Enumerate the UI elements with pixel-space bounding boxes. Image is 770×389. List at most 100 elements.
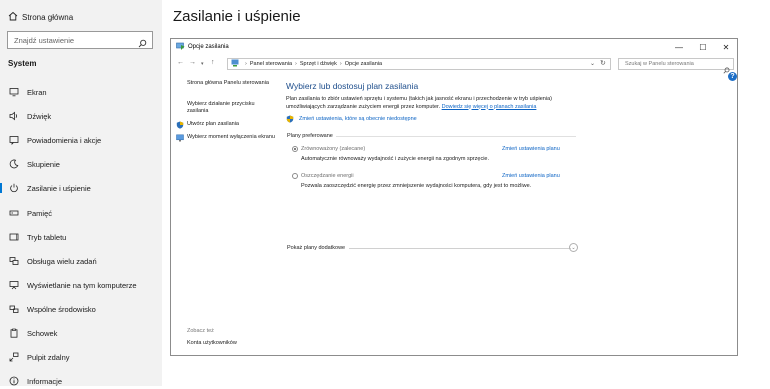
nav-item-label: Schowek xyxy=(27,328,58,338)
forward-icon[interactable]: → xyxy=(189,59,196,66)
home-icon xyxy=(8,11,22,23)
back-icon[interactable]: ← xyxy=(177,59,184,66)
nav-item-6[interactable]: Pamięć xyxy=(0,205,162,221)
show-more-plans-label[interactable]: Pokaż plany dodatkowe xyxy=(287,245,345,251)
power-options-window: Opcje zasilania — ☐ ✕ ← → ▾ ↑ › Panel st… xyxy=(170,38,738,356)
plan-radio-power-saver[interactable] xyxy=(292,173,298,179)
nav-item-2[interactable]: Dźwięk xyxy=(0,108,162,124)
moon-icon xyxy=(8,158,20,170)
remote-desktop-icon xyxy=(8,351,20,363)
breadcrumb-item[interactable]: Sprzęt i dźwięk xyxy=(300,61,337,67)
breadcrumb-sep: › xyxy=(245,61,247,67)
plan-radio-balanced[interactable] xyxy=(292,146,298,152)
power-button-action-link[interactable]: Wybierz działanie przycisku zasilania xyxy=(187,101,277,115)
notification-icon xyxy=(8,134,20,146)
nav-item-label: Informacje xyxy=(27,376,63,386)
up-icon[interactable]: ↑ xyxy=(211,59,215,66)
refresh-icon[interactable]: ↻ xyxy=(600,59,606,67)
nav-item-label: Obsługa wielu zadań xyxy=(27,256,97,266)
maximize-button[interactable]: ☐ xyxy=(691,39,715,55)
section-label: System xyxy=(8,59,37,68)
address-bar: ← → ▾ ↑ › Panel sterowania › Sprzęt i dź… xyxy=(171,56,737,74)
learn-more-link[interactable]: Dowiedz się więcej o planach zasilania xyxy=(442,104,537,110)
change-unavailable-settings-link[interactable]: Zmień ustawienia, które są obecnie niedo… xyxy=(299,116,417,122)
control-panel-search[interactable] xyxy=(618,58,734,74)
project-icon xyxy=(8,279,20,291)
nav-item-4[interactable]: Skupienie xyxy=(0,156,162,172)
breadcrumb-sep: › xyxy=(339,61,342,67)
nav-item-12[interactable]: Pulpit zdalny xyxy=(0,349,162,365)
change-plan-link[interactable]: Zmień ustawienia planu xyxy=(502,173,560,179)
breadcrumb-item[interactable]: Panel sterowania xyxy=(250,61,292,67)
control-panel-search-input[interactable] xyxy=(623,60,723,68)
tablet-icon xyxy=(8,231,20,243)
multitask-icon xyxy=(8,255,20,267)
help-icon[interactable]: ? xyxy=(728,72,737,81)
nav-item-label: Tryb tabletu xyxy=(27,232,67,242)
plan-description: Automatycznie równoważy wydajność i zuży… xyxy=(301,156,490,162)
change-plan-link[interactable]: Zmień ustawienia planu xyxy=(502,146,560,152)
plan-name[interactable]: Oszczędzanie energii xyxy=(301,173,354,179)
plan-name[interactable]: Zrównoważony (zalecane) xyxy=(301,146,365,152)
window-title: Opcje zasilania xyxy=(188,44,229,50)
info-icon xyxy=(8,375,20,387)
monitor-icon xyxy=(8,86,20,98)
nav-item-label: Wyświetlanie na tym komputerze xyxy=(27,280,137,290)
see-also-label: Zobacz też xyxy=(187,328,214,334)
nav-item-9[interactable]: Wyświetlanie na tym komputerze xyxy=(0,277,162,293)
power-options-icon xyxy=(176,38,185,56)
display-off-link[interactable]: Wybierz moment wyłączenia ekranu xyxy=(176,134,277,142)
storage-icon xyxy=(8,207,20,219)
nav-item-label: Wspólne środowisko xyxy=(27,304,96,314)
breadcrumb-item[interactable]: Opcje zasilania xyxy=(345,61,382,67)
shield-icon xyxy=(286,115,294,123)
content-heading: Wybierz lub dostosuj plan zasilania xyxy=(286,81,419,91)
close-button[interactable]: ✕ xyxy=(714,39,738,55)
page-title: Zasilanie i uśpienie xyxy=(173,8,301,25)
create-plan-label: Utwórz plan zasilania xyxy=(187,121,239,127)
nav-item-label: Powiadomienia i akcje xyxy=(27,135,102,145)
chevron-down-icon[interactable]: ▾ xyxy=(201,61,204,67)
search-icon xyxy=(138,35,147,53)
expand-icon[interactable]: ⌄ xyxy=(569,243,578,252)
plan-description: Pozwala zaoszczędzić energię przez zmnie… xyxy=(301,183,532,189)
nav-item-label: Zasilanie i uśpienie xyxy=(27,183,91,193)
nav-item-13[interactable]: Informacje xyxy=(0,373,162,389)
create-plan-link[interactable]: Utwórz plan zasilania xyxy=(176,121,277,129)
nav-item-label: Ekran xyxy=(27,87,47,97)
breadcrumb[interactable]: › Panel sterowania › Sprzęt i dźwięk › O… xyxy=(227,58,611,70)
nav-item-label: Pulpit zdalny xyxy=(27,352,70,362)
nav-item-7[interactable]: Tryb tabletu xyxy=(0,229,162,245)
power-plan-icon xyxy=(176,121,184,129)
shared-icon xyxy=(8,303,20,315)
control-panel-home-link[interactable]: Strona główna Panelu sterowania xyxy=(187,80,277,87)
settings-search-input[interactable] xyxy=(12,34,136,46)
divider xyxy=(336,136,576,137)
content-description: Plan zasilania to zbiór ustawień sprzętu… xyxy=(286,96,586,111)
nav-item-label: Skupienie xyxy=(27,159,60,169)
settings-sidebar: Strona główna System Ekran Dźwięk Powiadom… xyxy=(0,0,162,386)
nav-item-1[interactable]: Ekran xyxy=(0,84,162,100)
nav-item-10[interactable]: Wspólne środowisko xyxy=(0,301,162,317)
minimize-button[interactable]: — xyxy=(667,39,691,55)
settings-search[interactable] xyxy=(7,31,153,49)
nav-item-11[interactable]: Schowek xyxy=(0,325,162,341)
clipboard-icon xyxy=(8,327,20,339)
preferred-plans-label: Plany preferowane xyxy=(287,133,333,139)
breadcrumb-sep: › xyxy=(295,61,297,67)
nav-item-5[interactable]: Zasilanie i uśpienie xyxy=(0,180,162,196)
nav-item-3[interactable]: Powiadomienia i akcje xyxy=(0,132,162,148)
nav-item-label: Pamięć xyxy=(27,208,53,218)
address-dropdown-icon[interactable]: ⌄ xyxy=(590,60,595,67)
divider xyxy=(349,248,571,249)
nav-item-8[interactable]: Obsługa wielu zadań xyxy=(0,253,162,269)
display-timer-icon xyxy=(176,134,184,142)
user-accounts-link[interactable]: Konta użytkowników xyxy=(187,340,237,346)
display-off-label: Wybierz moment wyłączenia ekranu xyxy=(187,134,275,140)
home-label: Strona główna xyxy=(22,12,74,22)
home-link[interactable]: Strona główna xyxy=(8,10,73,24)
speaker-icon xyxy=(8,110,20,122)
power-icon xyxy=(8,182,20,194)
window-titlebar[interactable]: Opcje zasilania — ☐ ✕ xyxy=(171,39,737,55)
control-panel-icon xyxy=(231,59,239,69)
